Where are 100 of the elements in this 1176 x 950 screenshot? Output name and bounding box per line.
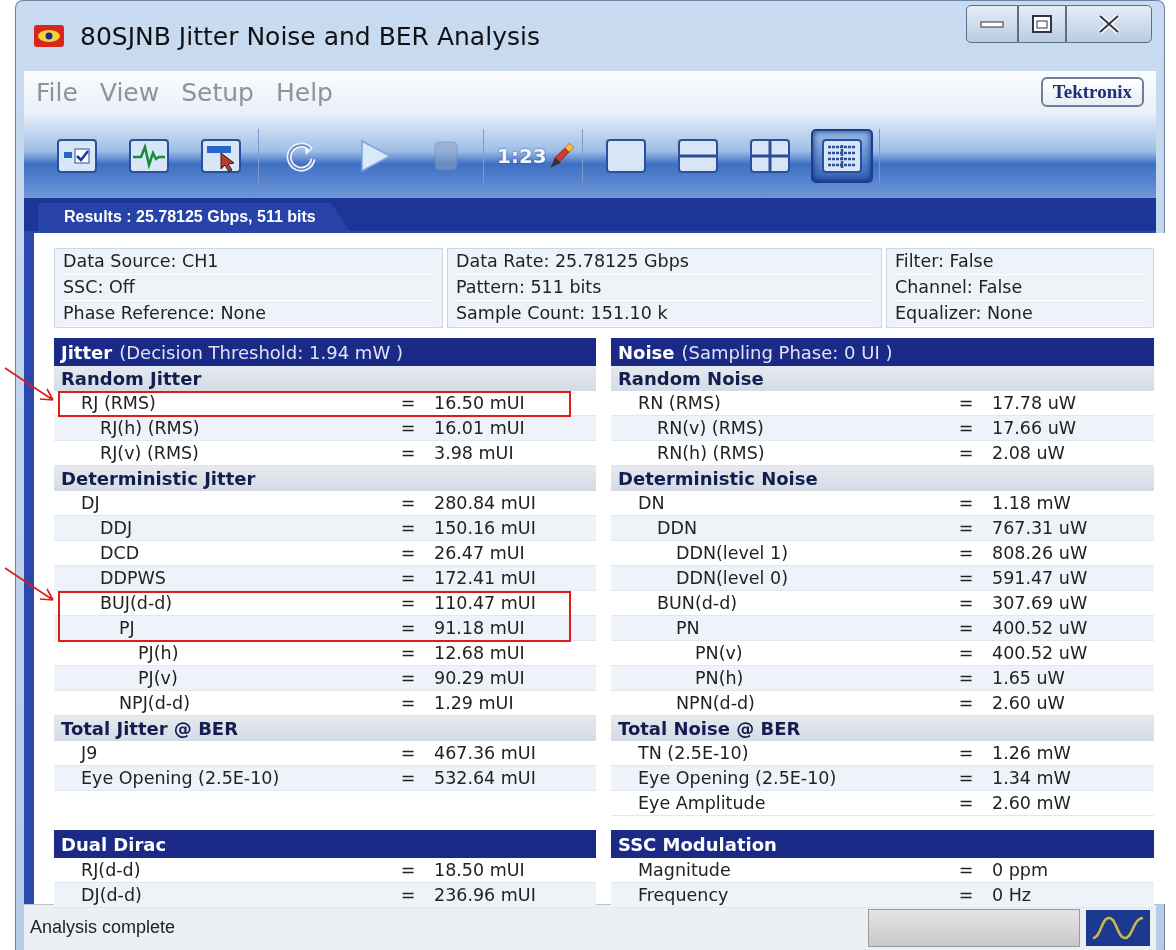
row-label: Eye Opening (2.5E-10) (637, 768, 838, 788)
info-text: Equalizer: None (895, 301, 1145, 327)
row-label: DDPWS (99, 568, 167, 588)
panel-subtitle: (Sampling Phase: 0 UI ) (681, 341, 893, 363)
equals-sign: = (957, 618, 975, 638)
row-value: 2.60 uW (991, 693, 1066, 713)
row-value: 12.68 mUI (433, 643, 526, 663)
equals-sign: = (399, 568, 417, 588)
row-value: 808.26 uW (991, 543, 1089, 563)
row-label: PJ (118, 618, 136, 638)
equals-sign: = (957, 443, 975, 463)
section-header: Total Noise @ BER (611, 716, 1154, 741)
row-label: RJ(h) (RMS) (99, 418, 201, 438)
results-tab[interactable]: Results : 25.78125 Gbps, 511 bits (38, 203, 350, 231)
row-label: Magnitude (637, 860, 732, 880)
info-text: Channel: False (895, 275, 1145, 301)
info-text: Data Source: CH1 (63, 249, 434, 275)
info-text: Sample Count: 151.10 k (456, 301, 873, 327)
row-value: 0 Hz (991, 885, 1033, 905)
info-text: Data Rate: 25.78125 Gbps (456, 249, 873, 275)
row-label: DJ(d-d) (80, 885, 143, 905)
section-header: Deterministic Jitter (54, 466, 596, 491)
menu-item[interactable]: File (36, 77, 78, 107)
row-value: 16.01 mUI (433, 418, 526, 438)
equals-sign: = (957, 593, 975, 613)
info-text: Filter: False (895, 249, 1145, 275)
menu-item[interactable]: Help (275, 77, 333, 107)
row-value: 16.50 mUI (433, 393, 526, 413)
row-label: DJ (80, 493, 101, 513)
equals-sign: = (957, 793, 975, 813)
row-label: RN(v) (RMS) (656, 418, 765, 438)
row-value: 17.66 uW (991, 418, 1078, 438)
row-value: 2.08 uW (991, 443, 1066, 463)
row-value: 236.96 mUI (433, 885, 537, 905)
row-value: 18.50 mUI (433, 860, 526, 880)
row-label: PJ(v) (137, 668, 179, 688)
row-label: Frequency (637, 885, 730, 905)
section-header: Total Jitter @ BER (54, 716, 596, 741)
row-value: 400.52 uW (991, 618, 1089, 638)
equals-sign: = (957, 668, 975, 688)
row-value: 532.64 mUI (433, 768, 537, 788)
row-value: 1.26 mW (991, 743, 1072, 763)
row-value: 150.16 mUI (433, 518, 537, 538)
row-label: DDJ (99, 518, 134, 538)
single-pane-icon (603, 136, 648, 175)
two-pane-icon (675, 136, 720, 175)
equals-sign: = (399, 493, 417, 513)
equals-sign: = (957, 693, 975, 713)
section-header: Random Jitter (54, 366, 596, 391)
close-icon (1096, 13, 1122, 35)
table-icon (819, 136, 864, 175)
row-label: DDN(level 1) (675, 543, 789, 563)
panel-title: SSC Modulation (618, 833, 777, 855)
panel-title: Dual Dirac (61, 833, 167, 855)
menu-item[interactable]: Setup (181, 77, 254, 107)
info-text: Phase Reference: None (63, 301, 434, 327)
row-value: 591.47 uW (991, 568, 1089, 588)
equals-sign: = (957, 743, 975, 763)
close-button[interactable] (1066, 5, 1152, 43)
equals-sign: = (399, 518, 417, 538)
equals-sign: = (399, 593, 417, 613)
section-header: Random Noise (611, 366, 1154, 391)
equals-sign: = (957, 493, 975, 513)
menu-item[interactable]: View (99, 77, 160, 107)
equals-sign: = (399, 743, 417, 763)
row-label: NPJ(d-d) (118, 693, 191, 713)
row-value: 307.69 uW (991, 593, 1089, 613)
row-value: 110.47 mUI (433, 593, 537, 613)
equals-sign: = (957, 885, 975, 905)
equals-sign: = (399, 860, 417, 880)
minimize-button[interactable] (966, 5, 1018, 43)
row-label: PN(h) (694, 668, 745, 688)
minimize-icon (980, 19, 1004, 29)
row-label: J9 (79, 743, 99, 763)
equals-sign: = (399, 393, 417, 413)
row-label: PN (675, 618, 701, 638)
row-value: 0 ppm (991, 860, 1049, 880)
row-value: 3.98 mUI (433, 443, 515, 463)
maximize-icon (1031, 14, 1053, 34)
row-value: 17.78 uW (991, 393, 1078, 413)
toolbar-button[interactable] (810, 128, 873, 183)
row-value: 26.47 mUI (433, 543, 526, 563)
maximize-button[interactable] (1018, 5, 1066, 43)
equals-sign: = (399, 618, 417, 638)
equals-sign: = (957, 393, 975, 413)
row-label: DDN(level 0) (675, 568, 789, 588)
row-label: NPN(d-d) (675, 693, 756, 713)
row-label: Eye Amplitude (637, 793, 767, 813)
row-label: RJ (RMS) (80, 393, 157, 413)
row-label: BUJ(d-d) (99, 593, 174, 613)
info-text: SSC: Off (63, 275, 434, 301)
row-label: PJ(h) (137, 643, 180, 663)
equals-sign: = (399, 543, 417, 563)
equals-sign: = (957, 418, 975, 438)
status-text: Analysis complete (30, 917, 177, 938)
row-value: 1.65 uW (991, 668, 1066, 688)
equals-sign: = (399, 768, 417, 788)
toolbar-button[interactable]: 1:23 (496, 128, 576, 183)
equals-sign: = (399, 418, 417, 438)
row-label: RN(h) (RMS) (656, 443, 766, 463)
